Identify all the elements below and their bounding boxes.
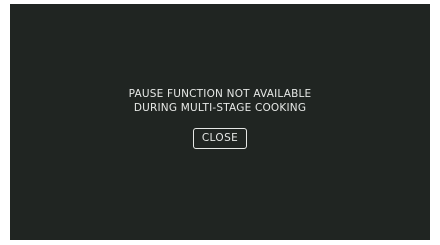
appliance-screen: PAUSE FUNCTION NOT AVAILABLE DURING MULT… (10, 4, 430, 240)
pause-unavailable-message: PAUSE FUNCTION NOT AVAILABLE DURING MULT… (129, 87, 312, 115)
message-line-2: DURING MULTI-STAGE COOKING (133, 102, 307, 114)
close-button[interactable]: CLOSE (192, 128, 248, 149)
message-line-1: PAUSE FUNCTION NOT AVAILABLE (128, 88, 312, 100)
